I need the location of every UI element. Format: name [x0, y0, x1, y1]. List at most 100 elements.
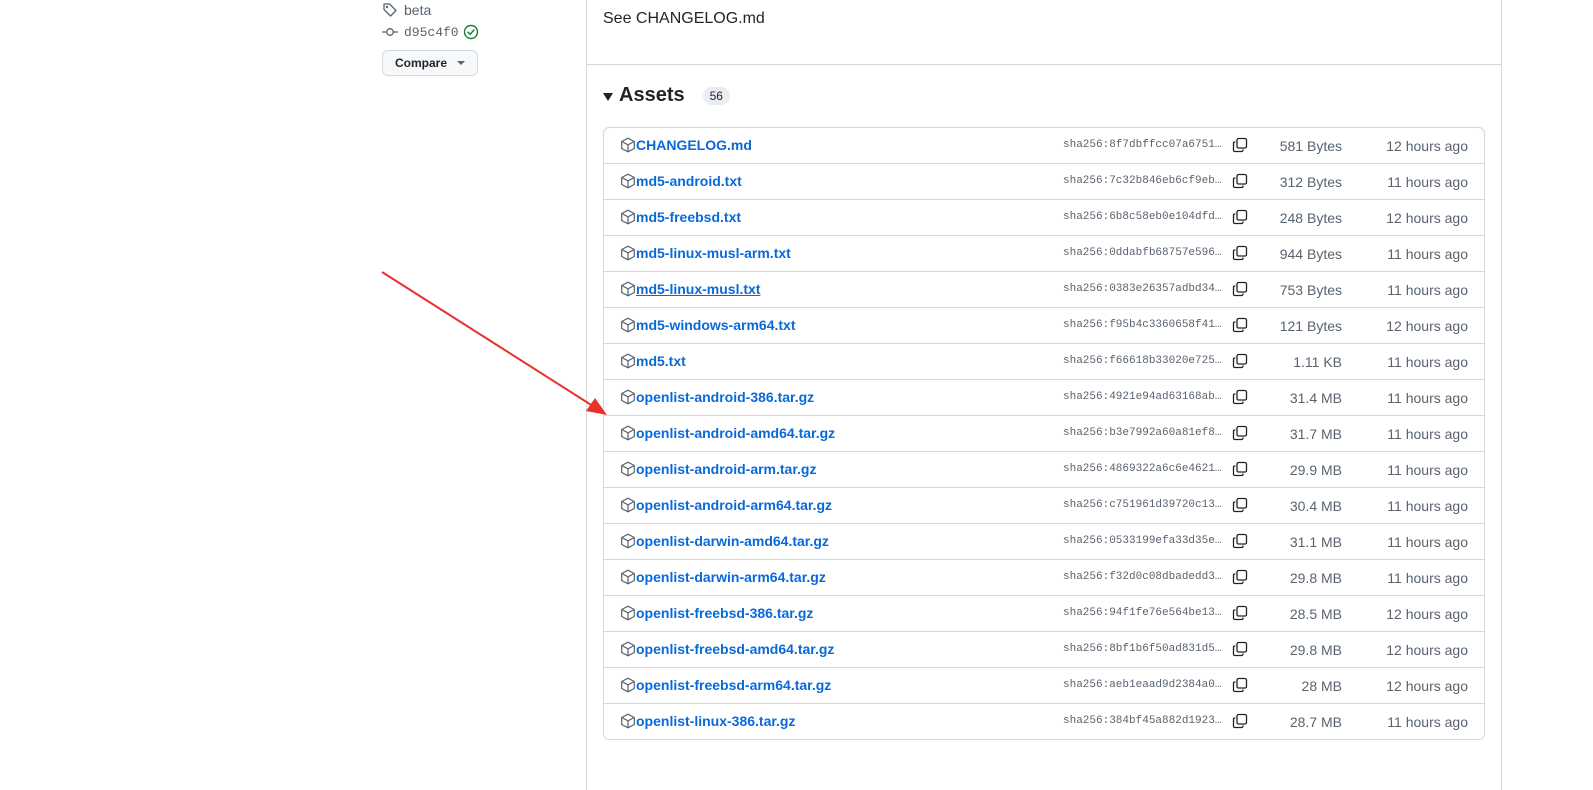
asset-size: 31.1 MB	[1289, 534, 1342, 550]
copy-icon[interactable]	[1232, 533, 1248, 549]
asset-sha256: sha256:8f7dbffcc07a6751…	[1063, 139, 1222, 151]
asset-download-link[interactable]: md5-windows-arm64.txt	[636, 317, 795, 333]
asset-timestamp: 11 hours ago	[1387, 534, 1468, 550]
asset-sha256: sha256:0383e26357adbd34…	[1063, 283, 1222, 295]
asset-size: 312 Bytes	[1279, 174, 1342, 190]
asset-size: 28 MB	[1301, 678, 1342, 694]
asset-timestamp: 12 hours ago	[1386, 318, 1468, 334]
asset-size: 31.4 MB	[1289, 390, 1342, 406]
asset-row: openlist-android-amd64.tar.gz sha256:b3e…	[604, 416, 1484, 452]
verified-check-icon[interactable]	[463, 24, 479, 40]
package-icon	[621, 353, 635, 369]
package-icon	[621, 713, 635, 729]
asset-sha256: sha256:6b8c58eb0e104dfd…	[1063, 211, 1222, 223]
copy-icon[interactable]	[1232, 497, 1248, 513]
compare-button[interactable]: Compare	[382, 50, 479, 76]
asset-size: 30.4 MB	[1289, 498, 1342, 514]
release-tag[interactable]: beta	[382, 0, 431, 20]
package-icon	[621, 137, 635, 153]
asset-size: 1.11 KB	[1293, 354, 1342, 370]
package-icon	[621, 677, 635, 693]
copy-icon[interactable]	[1232, 389, 1248, 405]
package-icon	[621, 461, 635, 477]
asset-row: md5.txt sha256:f66618b33020e725… 1.11 KB…	[604, 344, 1484, 380]
package-icon	[621, 173, 635, 189]
asset-sha256: sha256:0ddabfb68757e596…	[1063, 247, 1222, 259]
asset-size: 31.7 MB	[1289, 426, 1342, 442]
asset-row: openlist-android-arm.tar.gz sha256:48693…	[604, 452, 1484, 488]
package-icon	[621, 389, 635, 405]
asset-sha256: sha256:f95b4c3360658f41…	[1063, 319, 1222, 331]
asset-download-link[interactable]: openlist-android-arm64.tar.gz	[636, 497, 832, 513]
copy-icon[interactable]	[1232, 677, 1248, 693]
asset-size: 29.9 MB	[1289, 462, 1342, 478]
tag-icon	[383, 3, 397, 17]
copy-icon[interactable]	[1232, 209, 1248, 225]
copy-icon[interactable]	[1232, 137, 1248, 153]
asset-size: 753 Bytes	[1279, 282, 1342, 298]
asset-row: md5-freebsd.txt sha256:6b8c58eb0e104dfd……	[604, 200, 1484, 236]
asset-download-link[interactable]: openlist-freebsd-amd64.tar.gz	[636, 641, 834, 657]
release-commit[interactable]: d95c4f0	[382, 22, 485, 42]
asset-row: openlist-darwin-arm64.tar.gz sha256:f32d…	[604, 560, 1484, 596]
asset-download-link[interactable]: md5-linux-musl.txt	[636, 281, 760, 297]
copy-icon[interactable]	[1232, 281, 1248, 297]
asset-row: md5-linux-musl.txt sha256:0383e26357adbd…	[604, 272, 1484, 308]
asset-row: md5-windows-arm64.txt sha256:f95b4c33606…	[604, 308, 1484, 344]
copy-icon[interactable]	[1232, 569, 1248, 585]
package-icon	[621, 605, 635, 621]
asset-row: CHANGELOG.md sha256:8f7dbffcc07a6751… 58…	[604, 128, 1484, 164]
asset-row: md5-linux-musl-arm.txt sha256:0ddabfb687…	[604, 236, 1484, 272]
asset-download-link[interactable]: openlist-freebsd-386.tar.gz	[636, 605, 813, 621]
asset-download-link[interactable]: openlist-linux-386.tar.gz	[636, 713, 795, 729]
asset-timestamp: 11 hours ago	[1387, 390, 1468, 406]
assets-toggle[interactable]: Assets 56	[603, 84, 730, 107]
asset-download-link[interactable]: md5-freebsd.txt	[636, 209, 741, 225]
copy-icon[interactable]	[1232, 317, 1248, 333]
asset-sha256: sha256:4869322a6c6e4621…	[1063, 463, 1222, 475]
asset-row: openlist-freebsd-arm64.tar.gz sha256:aeb…	[604, 668, 1484, 704]
copy-icon[interactable]	[1232, 641, 1248, 657]
asset-sha256: sha256:c751961d39720c13…	[1063, 499, 1222, 511]
asset-size: 29.8 MB	[1289, 570, 1342, 586]
asset-download-link[interactable]: openlist-darwin-amd64.tar.gz	[636, 533, 829, 549]
package-icon	[621, 497, 635, 513]
asset-sha256: sha256:8bf1b6f50ad831d5…	[1063, 643, 1222, 655]
release-card: See CHANGELOG.md Assets 56 CHANGELOG.md …	[586, 0, 1502, 790]
copy-icon[interactable]	[1232, 425, 1248, 441]
copy-icon[interactable]	[1232, 353, 1248, 369]
copy-icon[interactable]	[1232, 461, 1248, 477]
asset-download-link[interactable]: md5-linux-musl-arm.txt	[636, 245, 791, 261]
asset-row: openlist-darwin-amd64.tar.gz sha256:0533…	[604, 524, 1484, 560]
chevron-down-icon	[457, 61, 466, 65]
asset-download-link[interactable]: md5.txt	[636, 353, 686, 369]
copy-icon[interactable]	[1232, 605, 1248, 621]
tag-label: beta	[404, 2, 432, 18]
package-icon	[621, 317, 635, 333]
compare-label: Compare	[395, 56, 448, 70]
package-icon	[621, 533, 635, 549]
package-icon	[621, 425, 635, 441]
copy-icon[interactable]	[1232, 245, 1248, 261]
asset-timestamp: 11 hours ago	[1387, 714, 1468, 730]
asset-download-link[interactable]: openlist-darwin-arm64.tar.gz	[636, 569, 826, 585]
asset-sha256: sha256:0533199efa33d35e…	[1063, 535, 1222, 547]
asset-sha256: sha256:f32d0c08dbadedd3…	[1063, 571, 1222, 583]
asset-timestamp: 11 hours ago	[1387, 570, 1468, 586]
asset-download-link[interactable]: openlist-android-amd64.tar.gz	[636, 425, 835, 441]
package-icon	[621, 209, 635, 225]
asset-download-link[interactable]: md5-android.txt	[636, 173, 742, 189]
asset-row: openlist-freebsd-amd64.tar.gz sha256:8bf…	[604, 632, 1484, 668]
git-commit-icon	[382, 28, 398, 36]
asset-download-link[interactable]: openlist-android-386.tar.gz	[636, 389, 814, 405]
triangle-down-icon	[603, 92, 613, 101]
asset-download-link[interactable]: CHANGELOG.md	[636, 137, 752, 153]
asset-download-link[interactable]: openlist-freebsd-arm64.tar.gz	[636, 677, 831, 693]
copy-icon[interactable]	[1232, 713, 1248, 729]
asset-download-link[interactable]: openlist-android-arm.tar.gz	[636, 461, 816, 477]
assets-count-badge: 56	[702, 86, 730, 105]
asset-timestamp: 12 hours ago	[1386, 642, 1468, 658]
asset-timestamp: 11 hours ago	[1387, 426, 1468, 442]
release-notes: See CHANGELOG.md	[603, 10, 765, 27]
copy-icon[interactable]	[1232, 173, 1248, 189]
